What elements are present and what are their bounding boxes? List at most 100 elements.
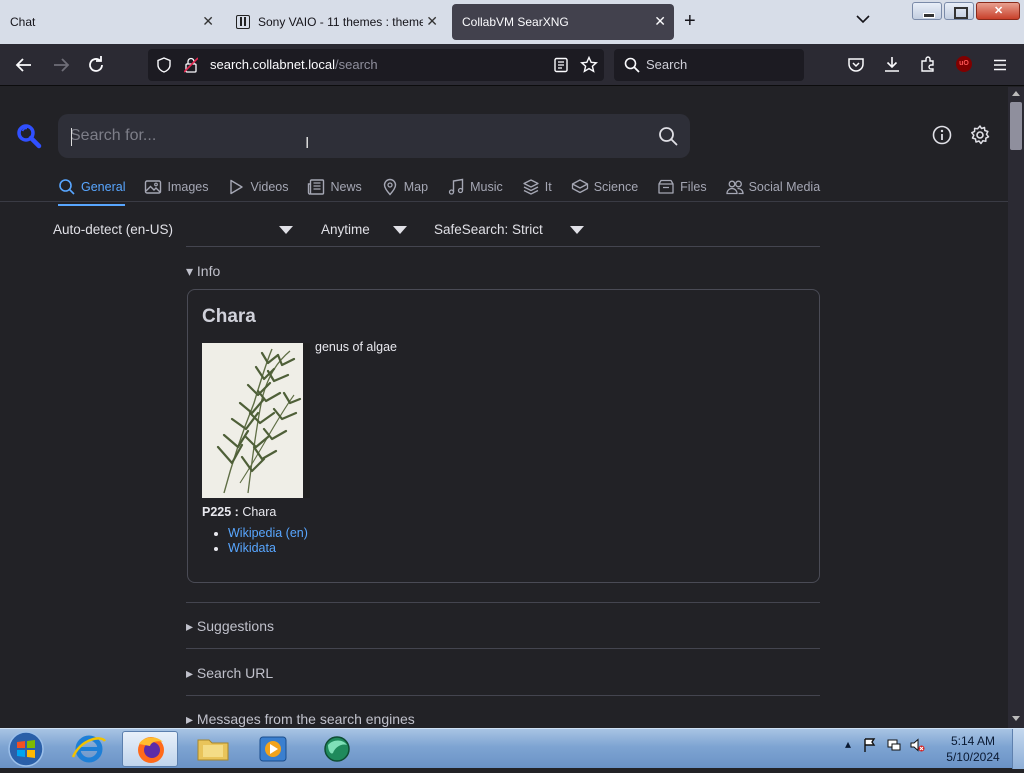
searxng-logo-icon[interactable] <box>16 123 42 149</box>
infobox-image[interactable] <box>202 343 310 498</box>
safesearch-select[interactable]: SafeSearch: Strict <box>434 222 543 237</box>
tab-label: Videos <box>250 180 289 194</box>
tab-collabvm-searxng[interactable]: CollabVM SearXNG ✕ <box>452 4 674 40</box>
shield-icon[interactable] <box>156 57 172 73</box>
firefox-icon <box>138 737 164 763</box>
tab-science[interactable]: Science <box>571 176 638 204</box>
search-url-toggle[interactable]: ▸ Search URL <box>186 665 273 682</box>
map-pin-icon <box>383 178 396 196</box>
wikipedia-link[interactable]: Wikipedia (en) <box>228 526 308 540</box>
scroll-down-arrow-icon[interactable] <box>1012 716 1020 721</box>
section-label: Suggestions <box>196 618 274 634</box>
maximize-button[interactable] <box>944 2 974 20</box>
wikidata-link[interactable]: Wikidata <box>228 541 276 555</box>
chevron-down-icon[interactable] <box>856 12 870 26</box>
time-range-select[interactable]: Anytime <box>321 222 370 237</box>
infobox-title: Chara <box>202 306 256 327</box>
tab-label: Chat <box>10 15 36 29</box>
tab-map[interactable]: Map <box>381 176 428 204</box>
attribute-value: Chara <box>242 505 277 519</box>
cube-icon <box>571 179 588 194</box>
new-tab-button[interactable]: + <box>684 11 696 31</box>
suggestions-toggle[interactable]: ▸ Suggestions <box>186 618 274 635</box>
tab-chat[interactable]: Chat ✕ <box>0 4 222 40</box>
close-icon[interactable]: ✕ <box>424 13 438 30</box>
language-select[interactable]: Auto-detect (en-US) <box>53 222 173 237</box>
system-clock[interactable]: 5:14 AM 5/10/2024 <box>938 733 1008 765</box>
download-icon[interactable] <box>883 55 901 73</box>
search-placeholder: Search <box>646 57 688 72</box>
header-divider <box>0 201 1008 202</box>
hamburger-menu-icon[interactable] <box>991 56 1009 74</box>
url-bar[interactable]: search.collabnet.local/search <box>148 49 604 81</box>
taskbar-internet-explorer[interactable] <box>61 731 117 767</box>
tab-social-media[interactable]: Social Media <box>725 176 820 204</box>
section-label: Search URL <box>196 665 274 681</box>
scroll-up-arrow-icon[interactable] <box>1012 91 1020 96</box>
bookmark-star-icon[interactable] <box>580 56 598 74</box>
info-toggle[interactable]: ▾ Info <box>186 263 220 280</box>
flag-icon[interactable] <box>862 737 878 753</box>
network-icon[interactable] <box>886 737 902 753</box>
layers-icon <box>523 179 539 195</box>
extensions-icon[interactable] <box>919 55 937 73</box>
close-window-button[interactable] <box>976 2 1020 20</box>
close-icon[interactable]: ✕ <box>654 13 666 30</box>
show-desktop-button[interactable] <box>1012 729 1024 769</box>
tab-images[interactable]: Images <box>144 176 208 204</box>
tab-label: Sony VAIO - 11 themes : theme <box>258 15 423 29</box>
page-icon <box>236 15 250 29</box>
taskbar-firefox[interactable] <box>122 731 178 767</box>
divider <box>186 602 820 603</box>
search-icon <box>624 57 640 73</box>
taskbar-app[interactable] <box>309 731 365 767</box>
tab-videos[interactable]: Videos <box>227 176 288 204</box>
tab-general[interactable]: General <box>58 176 126 206</box>
engine-messages-toggle[interactable]: ▸ Messages from the search engines <box>186 711 415 728</box>
list-item: Wikidata <box>228 541 308 556</box>
gear-icon[interactable] <box>969 124 991 146</box>
minimize-button[interactable] <box>912 2 942 20</box>
infobox: Chara genus of algae P225 : Chara • Wiki… <box>187 289 820 583</box>
infobox-attribute: P225 : Chara <box>202 505 276 519</box>
tab-sony-vaio[interactable]: Sony VAIO - 11 themes : theme ✕ <box>226 4 446 40</box>
section-label: Messages from the search engines <box>196 711 415 727</box>
vertical-scrollbar[interactable] <box>1008 87 1024 728</box>
play-icon <box>230 179 244 195</box>
info-icon[interactable] <box>931 124 953 146</box>
ublock-origin-icon[interactable]: uO <box>956 56 972 72</box>
scrollbar-thumb[interactable] <box>1010 102 1022 150</box>
dropdown-arrow-icon[interactable] <box>279 226 293 234</box>
tab-label: It <box>544 180 552 194</box>
search-submit-icon[interactable] <box>658 126 678 146</box>
divider <box>186 648 820 649</box>
tab-it[interactable]: It <box>522 176 552 204</box>
taskbar-file-explorer[interactable] <box>185 731 241 767</box>
tab-news[interactable]: News <box>307 176 362 204</box>
close-icon[interactable]: ✕ <box>202 13 214 30</box>
pocket-icon[interactable] <box>847 56 865 74</box>
reader-view-icon[interactable] <box>553 57 569 73</box>
taskbar-media-player[interactable] <box>245 731 301 767</box>
forward-arrow-icon[interactable] <box>50 54 72 76</box>
show-hidden-icons-icon[interactable]: ▴ <box>845 737 851 751</box>
dropdown-arrow-icon[interactable] <box>393 226 407 234</box>
category-tabs: General Images Videos News Map Music It … <box>58 176 839 206</box>
tab-label: Map <box>403 180 429 194</box>
url-text[interactable]: search.collabnet.local/search <box>210 57 378 72</box>
tab-files[interactable]: Files <box>657 176 707 204</box>
volume-muted-icon[interactable] <box>909 737 925 753</box>
tab-music[interactable]: Music <box>447 176 503 204</box>
url-host: search.collabnet.local <box>210 57 336 72</box>
window-controls <box>912 2 1020 20</box>
browser-search-bar[interactable]: Search <box>614 49 804 81</box>
reload-icon[interactable] <box>85 54 107 76</box>
insecure-lock-icon[interactable] <box>184 57 198 73</box>
searxng-search-box[interactable] <box>58 114 690 158</box>
start-button-icon[interactable] <box>6 730 46 768</box>
clock-date: 5/10/2024 <box>946 750 1000 764</box>
back-arrow-icon[interactable] <box>13 54 35 76</box>
tab-label: Music <box>470 180 503 194</box>
dropdown-arrow-icon[interactable] <box>570 226 584 234</box>
search-input[interactable] <box>70 124 630 148</box>
